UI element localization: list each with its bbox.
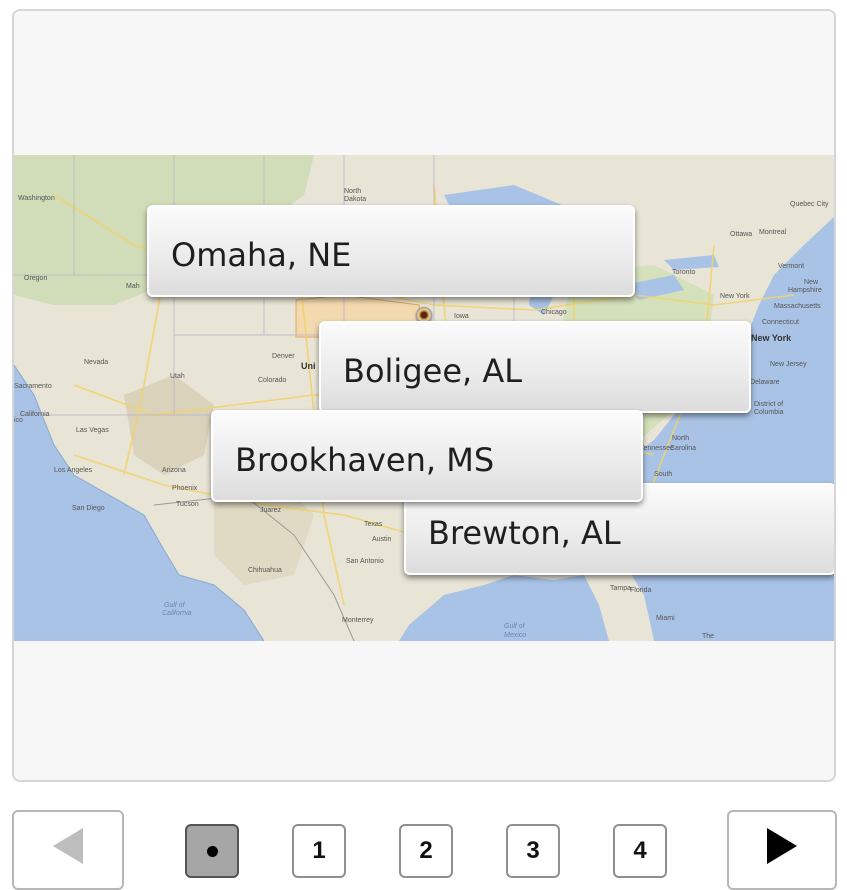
map-label: Toronto — [672, 269, 696, 276]
map-label: Gulf of — [504, 623, 525, 630]
map-label: Montreal — [759, 229, 787, 236]
callout-omaha[interactable]: Omaha, NE — [147, 205, 635, 297]
map-label: Denver — [272, 353, 295, 360]
map-label: Connecticut — [762, 319, 799, 326]
map-label: District of — [754, 401, 784, 408]
map-label: Texas — [364, 521, 383, 528]
map-label: North — [344, 188, 362, 195]
map-label: Oregon — [24, 275, 48, 282]
map-label: California — [162, 610, 192, 617]
map-label: San Antonio — [346, 558, 384, 565]
map-label: Los Angeles — [54, 467, 93, 474]
triangle-left-icon — [53, 828, 83, 864]
previous-button[interactable] — [12, 810, 124, 890]
map-label: Hampshire — [788, 287, 822, 294]
map-label: Mexico — [504, 632, 527, 639]
map-label: Austin — [372, 536, 392, 543]
map-label: Quebec City — [790, 201, 829, 208]
map-label: Phoenix — [172, 485, 198, 492]
page-1-button[interactable]: 1 — [292, 824, 346, 878]
map-label: Tucson — [176, 501, 199, 508]
map-label: Monterrey — [342, 617, 374, 624]
callout-label: Brookhaven, MS — [235, 441, 495, 479]
map-label: Mah — [126, 283, 140, 290]
map-label: Miami — [656, 615, 675, 622]
map-label: Las Vegas — [76, 427, 109, 434]
map-label: Colorado — [258, 377, 287, 384]
map-label: Iowa — [454, 313, 469, 320]
page-2-button[interactable]: 2 — [399, 824, 453, 878]
page-current-button[interactable] — [185, 824, 239, 878]
map-label: New — [804, 279, 819, 286]
map-label: Chicago — [541, 309, 567, 316]
map-label: Dakota — [344, 196, 367, 203]
map-label: Delaware — [750, 379, 780, 386]
map-label: North — [672, 435, 690, 442]
callout-label: Brewton, AL — [428, 514, 621, 552]
map-label: Washington — [18, 195, 55, 202]
callout-boligee[interactable]: Boligee, AL — [319, 321, 751, 413]
map-label: San Diego — [72, 505, 105, 512]
page-4-button[interactable]: 4 — [613, 824, 667, 878]
map-label: Uni — [301, 361, 316, 371]
map-label: Tennessee — [640, 445, 674, 452]
map-label: Massachusetts — [774, 303, 821, 310]
map-label: Arizona — [162, 467, 186, 474]
triangle-right-icon — [767, 828, 797, 864]
map-view[interactable]: Washington North Dakota Oregon Ottawa Mo… — [14, 155, 834, 641]
map-label: Nevada — [84, 359, 109, 366]
map-label: Ottawa — [730, 231, 753, 238]
map-label: Gulf of — [164, 602, 185, 609]
map-label: California — [20, 411, 50, 418]
callout-label: Boligee, AL — [343, 352, 523, 390]
next-button[interactable] — [727, 810, 837, 890]
map-label: New York — [751, 333, 792, 343]
callout-label: Omaha, NE — [171, 236, 352, 274]
map-viewer-frame: Washington North Dakota Oregon Ottawa Mo… — [12, 9, 836, 782]
map-label: Chihuahua — [248, 567, 282, 574]
map-label: Columbia — [754, 409, 784, 416]
map-label: ico — [14, 417, 23, 424]
map-label: Utah — [170, 373, 185, 380]
map-label: New York — [720, 293, 750, 300]
map-label: Vermont — [778, 263, 805, 270]
callout-brookhaven[interactable]: Brookhaven, MS — [211, 410, 643, 502]
map-label: Sacramento — [14, 383, 52, 390]
map-label: New Jersey — [770, 361, 807, 368]
map-label: Florida — [630, 587, 652, 594]
map-label: Juarez — [260, 507, 282, 514]
page-3-button[interactable]: 3 — [506, 824, 560, 878]
map-label: South — [654, 471, 673, 478]
dot-icon — [206, 845, 218, 857]
map-label: The — [702, 633, 715, 640]
map-label: Tampa — [610, 585, 632, 592]
